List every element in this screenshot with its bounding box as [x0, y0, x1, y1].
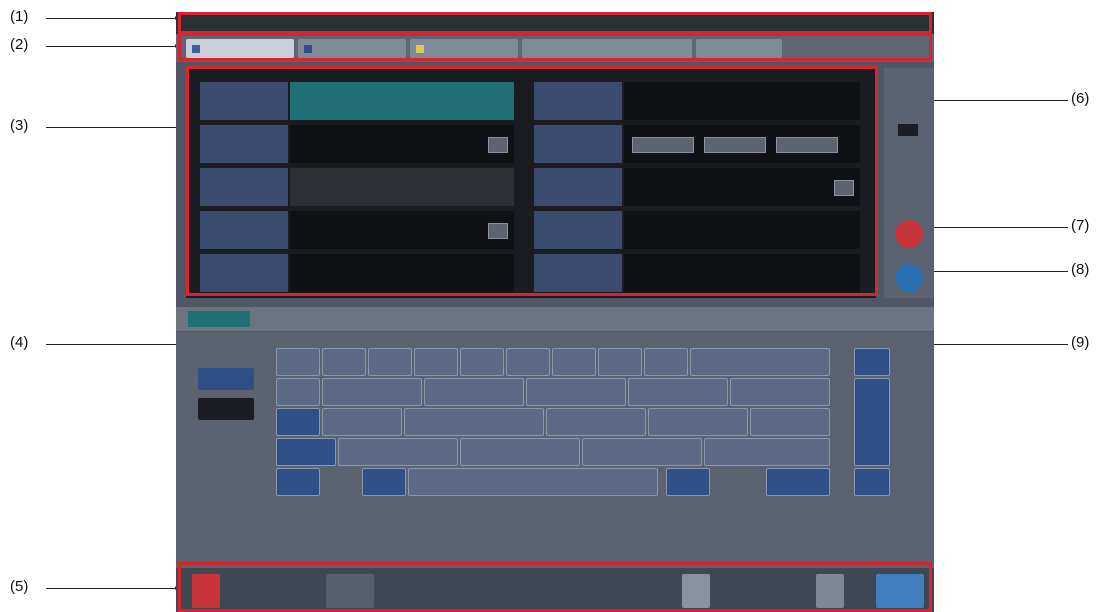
key-r5-4[interactable]	[766, 468, 830, 496]
callout-box-1	[178, 12, 932, 34]
leader-line-4	[46, 344, 192, 345]
key-r1-8[interactable]	[598, 348, 642, 376]
callout-3: (3)	[10, 117, 29, 134]
keyboard-mode-button-2[interactable]	[198, 398, 254, 420]
key-r1-10[interactable]	[690, 348, 830, 376]
key-r2-enter[interactable]	[854, 378, 890, 466]
key-r4-shift-right[interactable]	[854, 468, 890, 496]
key-r3-5[interactable]	[648, 408, 748, 436]
side-panel-indicator	[898, 124, 918, 136]
key-r4-1[interactable]	[276, 438, 336, 466]
key-r1-6[interactable]	[506, 348, 550, 376]
key-r2-6[interactable]	[730, 378, 830, 406]
key-r2-5[interactable]	[628, 378, 728, 406]
callout-2: (2)	[10, 36, 29, 53]
key-r3-6[interactable]	[750, 408, 830, 436]
key-r2-1[interactable]	[276, 378, 320, 406]
key-r4-2[interactable]	[338, 438, 458, 466]
key-r1-1[interactable]	[276, 348, 320, 376]
callout-box-5	[178, 562, 932, 612]
key-r3-1[interactable]	[276, 408, 320, 436]
key-r4-5[interactable]	[704, 438, 830, 466]
leader-line-1	[46, 18, 178, 19]
key-r3-2[interactable]	[322, 408, 402, 436]
key-r3-4[interactable]	[546, 408, 646, 436]
callout-box-3	[186, 66, 878, 296]
leader-line-2	[46, 46, 178, 47]
key-r5-space[interactable]	[408, 468, 658, 496]
leader-line-5	[46, 588, 178, 589]
key-r5-3[interactable]	[666, 468, 710, 496]
key-r4-4[interactable]	[582, 438, 702, 466]
callout-7: (7)	[1071, 217, 1090, 234]
callout-6: (6)	[1071, 90, 1090, 107]
status-chip[interactable]	[188, 311, 250, 327]
leader-line-6	[922, 100, 1068, 101]
callout-8: (8)	[1071, 261, 1090, 278]
callout-box-2	[178, 33, 932, 61]
key-r1-4[interactable]	[414, 348, 458, 376]
callout-9: (9)	[1071, 334, 1090, 351]
key-r1-backspace[interactable]	[854, 348, 890, 376]
key-r2-2[interactable]	[322, 378, 422, 406]
check-icon[interactable]	[895, 264, 923, 292]
status-bar	[176, 307, 934, 331]
callout-4: (4)	[10, 334, 29, 351]
keyboard-mode-button-1[interactable]	[198, 368, 254, 390]
key-r3-3[interactable]	[404, 408, 544, 436]
key-r2-4[interactable]	[526, 378, 626, 406]
key-r2-3[interactable]	[424, 378, 524, 406]
key-r1-5[interactable]	[460, 348, 504, 376]
key-r1-2[interactable]	[322, 348, 366, 376]
software-keyboard-panel	[176, 332, 934, 568]
key-r1-7[interactable]	[552, 348, 596, 376]
side-action-panel	[884, 68, 934, 298]
leader-line-7	[930, 227, 1068, 228]
delete-icon[interactable]	[895, 220, 923, 248]
key-r4-3[interactable]	[460, 438, 580, 466]
key-r1-9[interactable]	[644, 348, 688, 376]
callout-1: (1)	[10, 8, 29, 25]
key-r1-3[interactable]	[368, 348, 412, 376]
leader-line-8	[930, 271, 1068, 272]
key-r5-1[interactable]	[276, 468, 320, 496]
leader-line-3	[46, 127, 192, 128]
callout-5: (5)	[10, 578, 29, 595]
key-r5-2[interactable]	[362, 468, 406, 496]
